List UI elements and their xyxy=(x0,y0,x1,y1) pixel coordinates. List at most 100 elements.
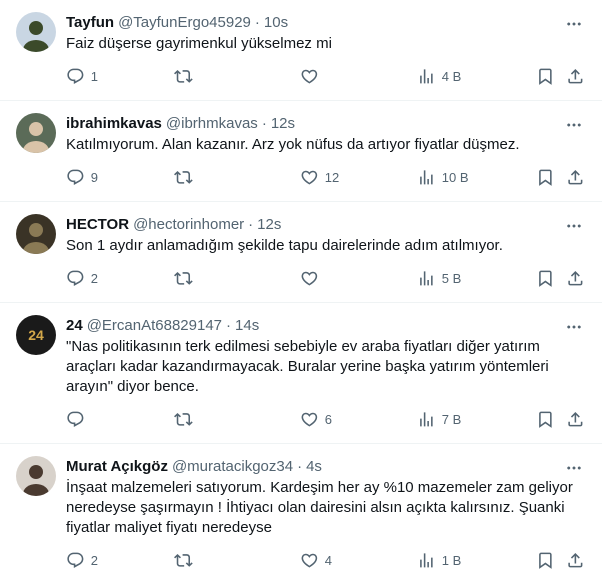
reply-button[interactable]: 2 xyxy=(66,269,98,288)
share-icon xyxy=(568,412,583,427)
views-chart-icon xyxy=(420,170,433,185)
bookmark-button[interactable] xyxy=(536,168,555,187)
share-button[interactable] xyxy=(566,67,585,86)
tweet-header: ibrahimkavas @ibrhmkavas · 12s xyxy=(66,113,586,133)
reply-icon xyxy=(67,270,84,286)
view-count: 4 B xyxy=(441,68,462,84)
views-button[interactable]: 1 B xyxy=(417,551,461,570)
tweet-feed: Tayfun @TayfunErgo45929 · 10s Faiz düşer… xyxy=(0,0,602,571)
bookmark-icon xyxy=(539,169,552,186)
timestamp[interactable]: 12s xyxy=(271,115,295,132)
reply-button[interactable]: 2 xyxy=(66,551,98,570)
retweet-button[interactable] xyxy=(174,410,199,429)
tweet-text: "Nas politikasının terk edilmesi sebebiy… xyxy=(66,338,549,395)
share-button[interactable] xyxy=(566,551,585,570)
retweet-button[interactable] xyxy=(174,551,199,570)
bookmark-icon xyxy=(539,68,552,85)
reply-icon xyxy=(67,169,84,185)
reply-icon xyxy=(67,552,84,568)
views-button[interactable]: 10 B xyxy=(417,168,469,187)
view-count: 1 B xyxy=(441,552,462,568)
separator-dot: · xyxy=(297,457,303,475)
more-dots-icon[interactable] xyxy=(564,216,584,236)
separator-dot: · xyxy=(248,215,254,233)
avatar[interactable] xyxy=(16,12,56,52)
timestamp[interactable]: 14s xyxy=(235,317,259,334)
timestamp[interactable]: 4s xyxy=(306,458,322,475)
view-count: 10 B xyxy=(441,169,469,185)
more-dots-icon[interactable] xyxy=(564,115,584,135)
display-name[interactable]: Tayfun xyxy=(66,14,114,31)
reply-count: 2 xyxy=(90,552,98,568)
tweet-text: Faiz düşerse gayrimenkul yükselmez mi xyxy=(66,35,332,52)
tweet-actions: 2 4 1 B xyxy=(66,551,586,571)
tweet-actions: 6 7 B xyxy=(66,410,586,430)
reply-button[interactable]: 1 xyxy=(66,67,98,86)
tweet[interactable]: HECTOR @hectorinhomer · 12s Son 1 aydır … xyxy=(0,202,602,303)
avatar[interactable] xyxy=(16,214,56,254)
like-button[interactable] xyxy=(300,67,325,86)
user-handle[interactable]: @ibrhmkavas xyxy=(166,115,258,132)
tweet[interactable]: Murat Açıkgöz @muratacikgoz34 · 4s İnşaa… xyxy=(0,444,602,571)
tweet-actions: 1 4 B xyxy=(66,67,586,87)
display-name[interactable]: ibrahimkavas xyxy=(66,115,162,132)
reply-count: 9 xyxy=(90,169,98,185)
retweet-button[interactable] xyxy=(174,67,199,86)
share-icon xyxy=(568,170,583,185)
views-button[interactable]: 7 B xyxy=(417,410,461,429)
views-button[interactable]: 5 B xyxy=(417,269,461,288)
tweet-text: Son 1 aydır anlamadığım şekilde tapu dai… xyxy=(66,237,503,254)
retweet-icon xyxy=(174,554,193,567)
heart-icon xyxy=(301,69,318,84)
bookmark-button[interactable] xyxy=(536,67,555,86)
more-dots-icon[interactable] xyxy=(564,458,584,478)
views-chart-icon xyxy=(420,412,433,427)
tweet-header: Murat Açıkgöz @muratacikgoz34 · 4s xyxy=(66,456,586,476)
bookmark-button[interactable] xyxy=(536,551,555,570)
share-icon xyxy=(568,553,583,568)
tweet-header: HECTOR @hectorinhomer · 12s xyxy=(66,214,586,234)
like-button[interactable]: 12 xyxy=(300,168,339,187)
reply-count: 2 xyxy=(90,270,98,286)
timestamp[interactable]: 10s xyxy=(264,14,288,31)
display-name[interactable]: HECTOR xyxy=(66,216,129,233)
heart-icon xyxy=(301,170,318,185)
timestamp[interactable]: 12s xyxy=(257,216,281,233)
like-count: 4 xyxy=(324,552,332,568)
retweet-button[interactable] xyxy=(174,269,199,288)
more-dots-icon[interactable] xyxy=(564,317,584,337)
avatar[interactable]: 24 xyxy=(16,315,56,355)
heart-icon xyxy=(301,412,318,427)
more-dots-icon[interactable] xyxy=(564,14,584,34)
share-button[interactable] xyxy=(566,168,585,187)
bookmark-icon xyxy=(539,552,552,569)
like-button[interactable] xyxy=(300,269,325,288)
tweet[interactable]: 24 24 @ErcanAt68829147 · 14s "Nas politi… xyxy=(0,303,602,444)
user-handle[interactable]: @muratacikgoz34 xyxy=(172,458,293,475)
share-button[interactable] xyxy=(566,410,585,429)
view-count: 7 B xyxy=(441,411,462,427)
like-button[interactable]: 4 xyxy=(300,551,332,570)
user-handle[interactable]: @hectorinhomer xyxy=(133,216,244,233)
like-button[interactable]: 6 xyxy=(300,410,332,429)
avatar[interactable] xyxy=(16,456,56,496)
share-button[interactable] xyxy=(566,269,585,288)
user-handle[interactable]: @ErcanAt68829147 xyxy=(87,317,222,334)
bookmark-button[interactable] xyxy=(536,410,555,429)
reply-button[interactable] xyxy=(66,410,91,429)
user-handle[interactable]: @TayfunErgo45929 xyxy=(118,14,251,31)
tweet-actions: 2 5 B xyxy=(66,269,586,289)
bookmark-icon xyxy=(539,411,552,428)
tweet[interactable]: Tayfun @TayfunErgo45929 · 10s Faiz düşer… xyxy=(0,0,602,101)
separator-dot: · xyxy=(254,13,260,31)
display-name[interactable]: 24 xyxy=(66,317,83,334)
avatar[interactable] xyxy=(16,113,56,153)
display-name[interactable]: Murat Açıkgöz xyxy=(66,458,168,475)
reply-button[interactable]: 9 xyxy=(66,168,98,187)
tweet[interactable]: ibrahimkavas @ibrhmkavas · 12s Katılmıyo… xyxy=(0,101,602,202)
views-button[interactable]: 4 B xyxy=(417,67,461,86)
bookmark-button[interactable] xyxy=(536,269,555,288)
like-count: 12 xyxy=(324,169,340,185)
retweet-icon xyxy=(174,272,193,285)
retweet-button[interactable] xyxy=(174,168,199,187)
